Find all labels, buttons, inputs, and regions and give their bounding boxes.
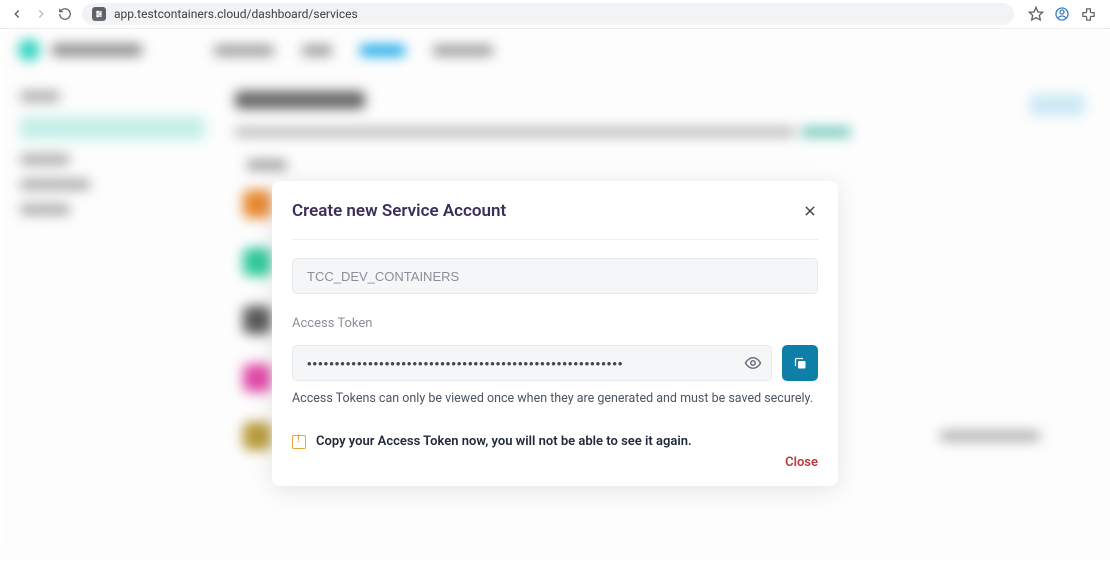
access-token-input[interactable] [292, 345, 772, 381]
service-account-name-input[interactable] [292, 258, 818, 294]
browser-toolbar: app.testcontainers.cloud/dashboard/servi… [0, 0, 1110, 29]
warning-icon [292, 435, 306, 449]
warning-text: Copy your Access Token now, you will not… [316, 434, 692, 449]
reveal-token-icon[interactable] [744, 354, 762, 372]
modal-title: Create new Service Account [292, 201, 506, 221]
access-token-label: Access Token [292, 316, 818, 331]
back-button[interactable] [8, 5, 26, 23]
forward-button[interactable] [32, 5, 50, 23]
address-bar[interactable]: app.testcontainers.cloud/dashboard/servi… [82, 3, 1014, 25]
profile-icon[interactable] [1054, 6, 1070, 22]
token-help-text: Access Tokens can only be viewed once wh… [292, 391, 818, 406]
close-icon[interactable] [802, 203, 818, 219]
site-settings-icon[interactable] [92, 7, 106, 21]
create-service-account-modal: Create new Service Account Access Token … [272, 181, 838, 486]
close-button[interactable]: Close [785, 455, 818, 470]
copy-token-button[interactable] [782, 345, 818, 381]
bookmark-star-icon[interactable] [1028, 6, 1044, 22]
extensions-icon[interactable] [1080, 6, 1096, 22]
url-text: app.testcontainers.cloud/dashboard/servi… [114, 7, 358, 21]
reload-button[interactable] [56, 5, 74, 23]
